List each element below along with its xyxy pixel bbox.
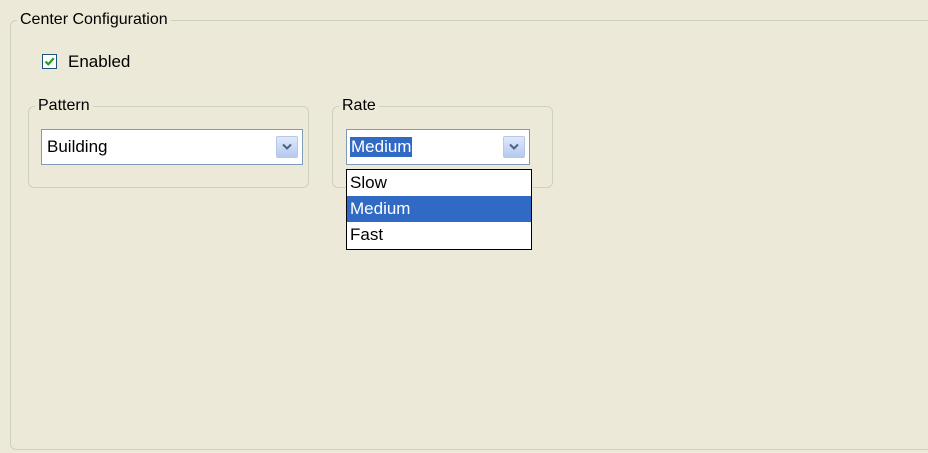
rate-combobox[interactable]: Medium xyxy=(346,129,530,165)
pattern-group-label: Pattern xyxy=(35,96,93,116)
pattern-selected-value: Building xyxy=(47,137,108,156)
enabled-checkbox[interactable] xyxy=(42,54,57,69)
rate-dropdown-list: Slow Medium Fast xyxy=(346,169,532,250)
pattern-combobox[interactable]: Building xyxy=(41,129,303,165)
chevron-down-icon xyxy=(282,143,292,150)
rate-option-fast[interactable]: Fast xyxy=(347,222,531,248)
center-configuration-title: Center Configuration xyxy=(17,10,171,30)
rate-option-slow[interactable]: Slow xyxy=(347,170,531,196)
rate-group-label: Rate xyxy=(339,96,379,116)
rate-selected-value: Medium xyxy=(350,137,413,157)
pattern-dropdown-button[interactable] xyxy=(276,136,298,158)
enabled-label[interactable]: Enabled xyxy=(68,51,130,73)
checkmark-icon xyxy=(44,57,55,66)
rate-dropdown-button[interactable] xyxy=(503,136,525,158)
chevron-down-icon xyxy=(509,143,519,150)
rate-option-medium[interactable]: Medium xyxy=(347,196,531,222)
